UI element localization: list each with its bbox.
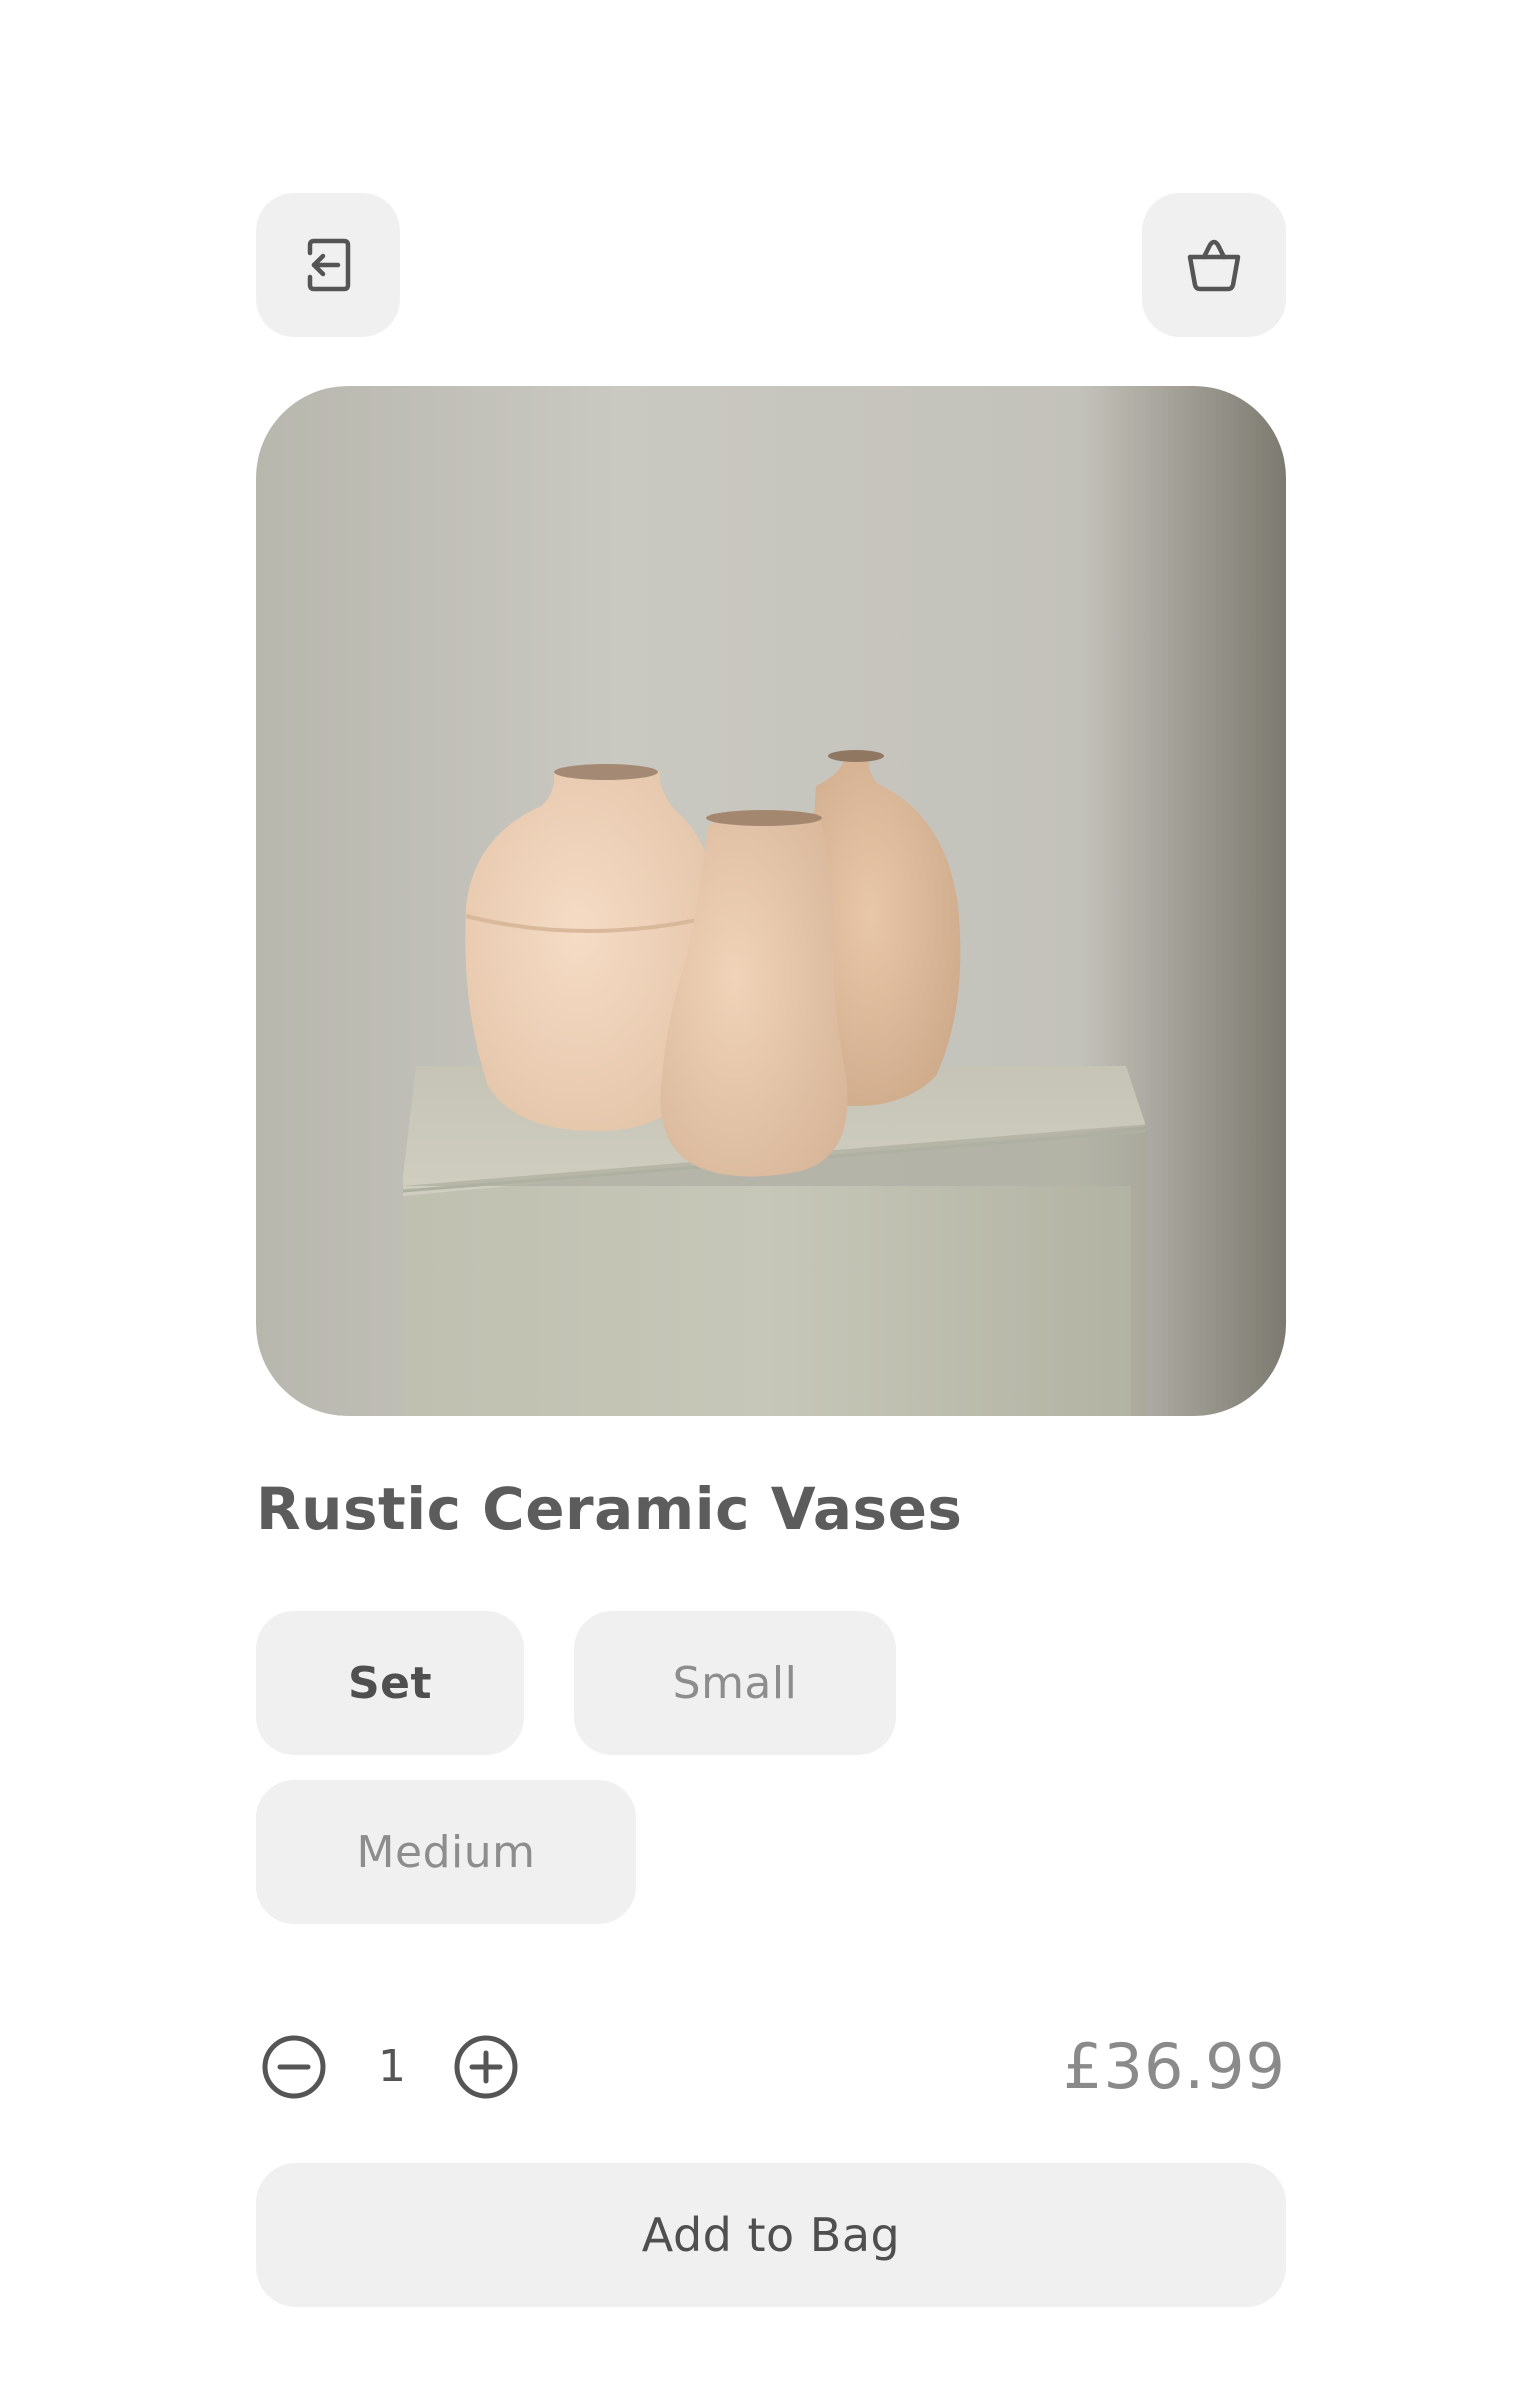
shopping-bag-icon <box>1182 233 1246 297</box>
variant-label: Medium <box>356 1826 536 1878</box>
plus-circle-icon <box>446 2027 526 2107</box>
quantity-value: 1 <box>378 2041 406 2092</box>
variant-small-button[interactable]: Small <box>574 1611 896 1755</box>
increase-quantity-button[interactable] <box>446 2027 526 2107</box>
variant-label: Small <box>672 1657 798 1709</box>
product-image <box>256 386 1286 1416</box>
variant-set-button[interactable]: Set <box>256 1611 524 1755</box>
product-price: £36.99 <box>1063 2030 1286 2103</box>
minus-circle-icon <box>254 2027 334 2107</box>
decrease-quantity-button[interactable] <box>254 2027 334 2107</box>
variant-medium-button[interactable]: Medium <box>256 1780 636 1924</box>
product-title: Rustic Ceramic Vases <box>256 1475 963 1543</box>
variant-label: Set <box>347 1657 433 1709</box>
top-bar <box>256 193 1286 337</box>
back-button[interactable] <box>256 193 400 337</box>
add-to-bag-label: Add to Bag <box>641 2208 901 2262</box>
add-to-bag-button[interactable]: Add to Bag <box>256 2163 1286 2307</box>
exit-arrow-left-icon <box>296 233 360 297</box>
product-detail-screen: Rustic Ceramic Vases Set Small Medium 1 <box>256 193 1286 2307</box>
bag-button[interactable] <box>1142 193 1286 337</box>
quantity-row: 1 £36.99 <box>256 2027 1286 2107</box>
